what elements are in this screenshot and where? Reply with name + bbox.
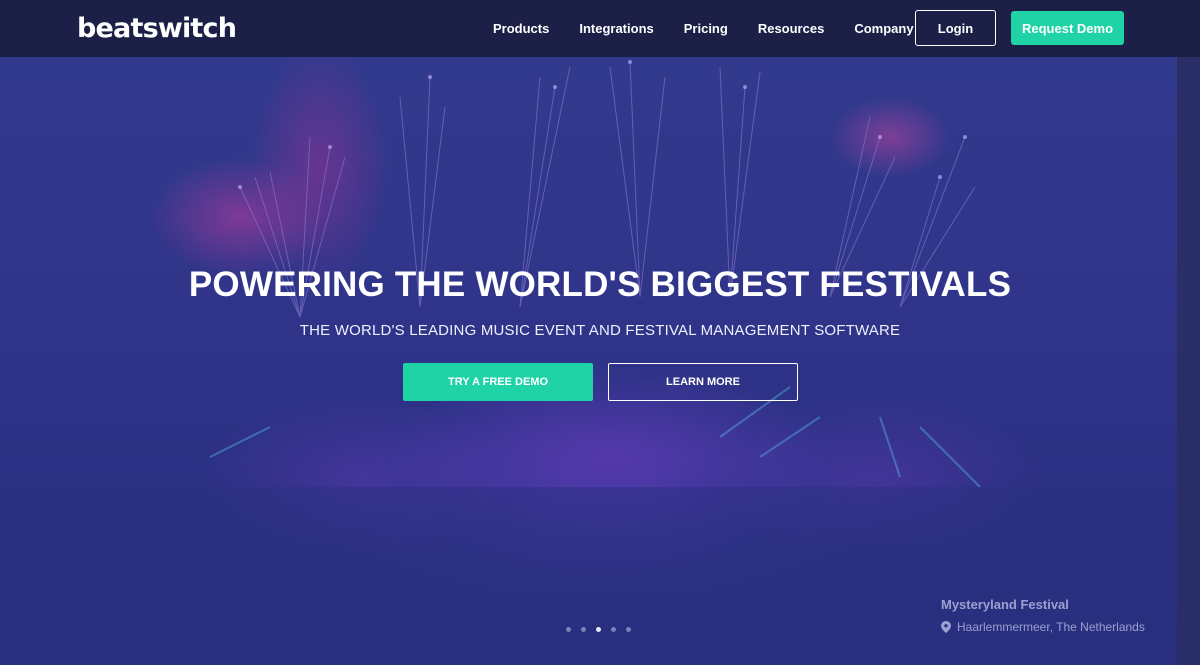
top-navbar: beatswitch Products Integrations Pricing… (0, 0, 1200, 57)
nav-resources[interactable]: Resources (758, 21, 824, 36)
carousel-dot[interactable] (626, 627, 631, 632)
nav-products[interactable]: Products (493, 21, 549, 36)
carousel-dots (566, 627, 641, 632)
carousel-dot[interactable] (581, 627, 586, 632)
carousel-dot[interactable] (611, 627, 616, 632)
nav-company[interactable]: Company (854, 21, 913, 36)
request-demo-button[interactable]: Request Demo (1011, 11, 1124, 45)
main-nav: Products Integrations Pricing Resources … (493, 0, 944, 57)
page-scroll-edge (1177, 57, 1200, 665)
beatswitch-logo[interactable]: beatswitch (77, 13, 237, 44)
hero-title: POWERING THE WORLD'S BIGGEST FESTIVALS (188, 265, 1012, 304)
carousel-dot[interactable] (566, 627, 571, 632)
hero-section (0, 57, 1177, 665)
carousel-dot-active[interactable] (596, 627, 601, 632)
fireworks-background (0, 60, 1177, 665)
learn-more-button[interactable]: LEARN MORE (608, 363, 798, 401)
nav-integrations[interactable]: Integrations (579, 21, 653, 36)
map-pin-icon (941, 621, 951, 633)
try-free-demo-button[interactable]: TRY A FREE DEMO (403, 363, 593, 401)
nav-pricing[interactable]: Pricing (684, 21, 728, 36)
hero-subtitle: THE WORLD'S LEADING MUSIC EVENT AND FEST… (299, 322, 901, 339)
event-location-text: Haarlemmermeer, The Netherlands (957, 620, 1145, 634)
event-name: Mysteryland Festival (941, 597, 1069, 612)
event-location: Haarlemmermeer, The Netherlands (941, 620, 1145, 634)
login-button[interactable]: Login (915, 10, 996, 46)
